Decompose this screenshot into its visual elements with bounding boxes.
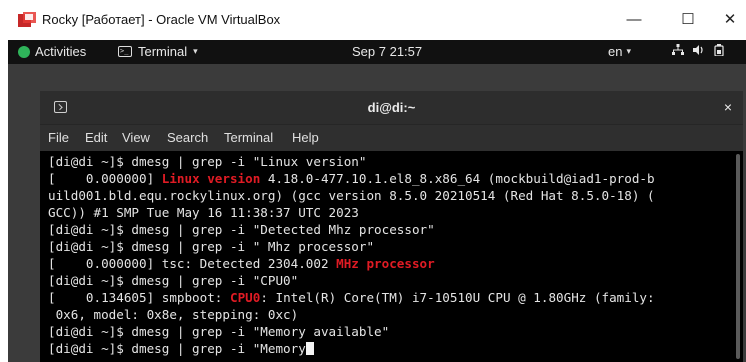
terminal-text: 4.18.0-477.10.1.el8_8.x86_64 (mockbuild@… bbox=[260, 171, 655, 186]
terminal-line: uild001.bld.equ.rockylinux.org) (gcc ver… bbox=[48, 188, 655, 204]
menu-view[interactable]: View bbox=[122, 130, 150, 145]
terminal-menubar: File Edit View Search Terminal Help bbox=[40, 125, 743, 151]
terminal-text: 0x6, model: 0x8e, stepping: 0xc) bbox=[48, 307, 299, 322]
menu-help[interactable]: Help bbox=[292, 130, 319, 145]
terminal-window: di@di:~ × File Edit View Search Terminal… bbox=[40, 91, 743, 362]
terminal-text: uild001.bld.equ.rockylinux.org) (gcc ver… bbox=[48, 188, 655, 203]
terminal-titlebar[interactable]: di@di:~ × bbox=[40, 91, 743, 125]
virtualbox-vm-icon bbox=[18, 12, 36, 27]
terminal-output[interactable]: [di@di ~]$ dmesg | grep -i "Linux versio… bbox=[40, 151, 743, 362]
terminal-line: [di@di ~]$ dmesg | grep -i "CPU0" bbox=[48, 273, 298, 289]
menu-file[interactable]: File bbox=[48, 130, 69, 145]
terminal-title: di@di:~ bbox=[367, 100, 416, 115]
menu-edit[interactable]: Edit bbox=[85, 130, 107, 145]
terminal-text: [di@di ~]$ dmesg | grep -i "Memory avail… bbox=[48, 324, 390, 339]
terminal-text: [ 0.000000] tsc: Detected 2304.002 bbox=[48, 256, 337, 271]
terminal-icon: >_ bbox=[118, 46, 132, 57]
input-source-label: en bbox=[608, 44, 623, 59]
text-cursor bbox=[305, 342, 314, 355]
host-window-title: Rocky [Работает] - Oracle VM VirtualBox bbox=[42, 12, 281, 27]
input-source-menu[interactable]: en ▾ bbox=[608, 44, 631, 59]
network-icon bbox=[672, 44, 684, 55]
terminal-line: [di@di ~]$ dmesg | grep -i "Detected Mhz… bbox=[48, 222, 435, 238]
menu-search[interactable]: Search bbox=[167, 130, 208, 145]
terminal-line: [ 0.000000] tsc: Detected 2304.002 MHz p… bbox=[48, 256, 435, 272]
chevron-down-icon: ▾ bbox=[193, 46, 198, 56]
clock[interactable]: Sep 7 21:57 bbox=[352, 44, 422, 59]
terminal-line: [ 0.134605] smpboot: CPU0: Intel(R) Core… bbox=[48, 290, 655, 306]
menu-terminal[interactable]: Terminal bbox=[224, 130, 273, 145]
terminal-line: GCC)) #1 SMP Tue May 16 11:38:37 UTC 202… bbox=[48, 205, 359, 221]
terminal-line: 0x6, model: 0x8e, stepping: 0xc) bbox=[48, 307, 299, 323]
terminal-text: [di@di ~]$ dmesg | grep -i " Mhz process… bbox=[48, 239, 375, 254]
terminal-line: [di@di ~]$ dmesg | grep -i "Linux versio… bbox=[48, 154, 366, 170]
battery-icon bbox=[714, 44, 724, 56]
activities-button[interactable]: Activities bbox=[18, 44, 86, 59]
chevron-down-icon: ▾ bbox=[626, 46, 631, 56]
terminal-text: [di@di ~]$ dmesg | grep -i "Memory bbox=[48, 341, 306, 356]
terminal-text: : Intel(R) Core(TM) i7-10510U CPU @ 1.80… bbox=[260, 290, 655, 305]
close-button[interactable]: ✕ bbox=[718, 8, 742, 32]
app-menu-label: Terminal bbox=[138, 44, 188, 59]
activities-icon bbox=[18, 45, 30, 58]
system-tray[interactable] bbox=[672, 44, 724, 56]
grep-match: MHz processor bbox=[336, 256, 435, 271]
terminal-text: [di@di ~]$ dmesg | grep -i "Linux versio… bbox=[48, 154, 367, 169]
activities-label: Activities bbox=[35, 44, 87, 59]
terminal-scrollbar[interactable] bbox=[736, 154, 740, 359]
grep-match: CPU0 bbox=[229, 290, 261, 305]
app-menu-terminal[interactable]: >_ Terminal ▾ bbox=[118, 44, 198, 59]
grep-match: Linux version bbox=[161, 171, 261, 186]
volume-icon bbox=[693, 45, 703, 55]
terminal-text: [di@di ~]$ dmesg | grep -i "Detected Mhz… bbox=[48, 222, 435, 237]
terminal-text: [ 0.000000] bbox=[48, 171, 162, 186]
guest-desktop: Activities >_ Terminal ▾ Sep 7 21:57 en … bbox=[8, 40, 746, 362]
host-window-titlebar: Rocky [Работает] - Oracle VM VirtualBox … bbox=[0, 0, 746, 40]
terminal-text: [di@di ~]$ dmesg | grep -i "CPU0" bbox=[48, 273, 299, 288]
terminal-text: [ 0.134605] smpboot: bbox=[48, 290, 230, 305]
terminal-line: [di@di ~]$ dmesg | grep -i " Mhz process… bbox=[48, 239, 374, 255]
terminal-line: [di@di ~]$ dmesg | grep -i "Memory bbox=[48, 341, 314, 357]
terminal-line: [ 0.000000] Linux version 4.18.0-477.10.… bbox=[48, 171, 655, 187]
minimize-button[interactable]: — bbox=[622, 8, 646, 32]
terminal-line: [di@di ~]$ dmesg | grep -i "Memory avail… bbox=[48, 324, 389, 340]
terminal-text: GCC)) #1 SMP Tue May 16 11:38:37 UTC 202… bbox=[48, 205, 359, 220]
maximize-button[interactable]: ☐ bbox=[676, 8, 700, 32]
gnome-top-bar: Activities >_ Terminal ▾ Sep 7 21:57 en … bbox=[8, 40, 746, 64]
terminal-close-button[interactable]: × bbox=[720, 99, 736, 115]
